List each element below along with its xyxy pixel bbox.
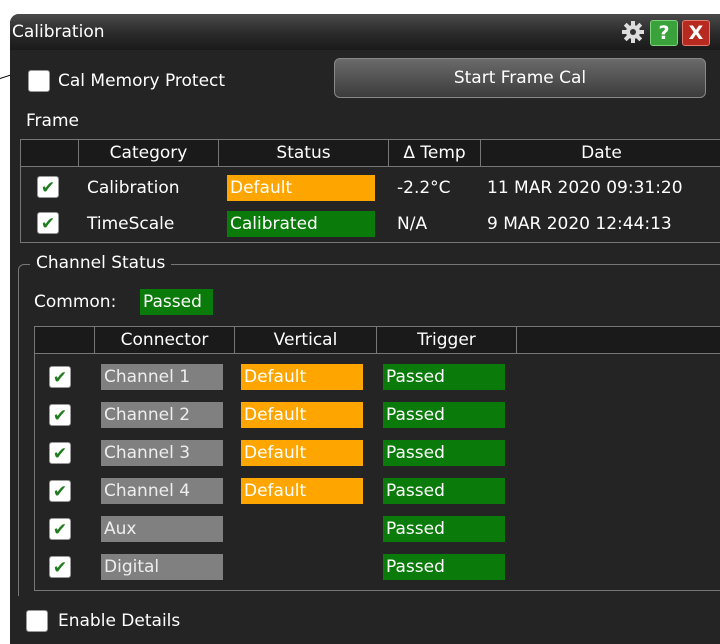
frame-row-timescale-checkbox[interactable]: ✔ xyxy=(37,212,59,234)
channel-row-checkbox[interactable]: ✔ xyxy=(49,366,71,388)
channel-status-label: Channel Status xyxy=(30,253,172,273)
frame-row-date: 11 MAR 2020 09:31:20 xyxy=(487,178,683,198)
frame-label: Frame xyxy=(26,111,79,131)
start-frame-cal-button[interactable]: Start Frame Cal xyxy=(334,58,706,98)
channel-header-vertical[interactable]: Vertical xyxy=(235,327,377,354)
bottom-bar: Enable Details xyxy=(10,596,720,644)
frame-row-delta-temp: -2.2°C xyxy=(397,178,451,198)
common-status-badge: Passed xyxy=(140,289,213,315)
channel-row-checkbox[interactable]: ✔ xyxy=(49,404,71,426)
trigger-status-badge: Passed xyxy=(383,516,505,542)
connector-label: Channel 3 xyxy=(101,440,223,466)
channel-row-checkbox[interactable]: ✔ xyxy=(49,518,71,540)
vertical-status-badge: Default xyxy=(241,440,363,466)
cal-memory-protect-checkbox[interactable] xyxy=(28,70,50,92)
connector-label: Channel 2 xyxy=(101,402,223,428)
frame-row-category: Calibration xyxy=(87,178,180,198)
trigger-status-badge: Passed xyxy=(383,554,505,580)
status-badge: Calibrated xyxy=(227,211,375,237)
channel-header-connector[interactable]: Connector xyxy=(95,327,235,354)
connector-label: Aux xyxy=(101,516,223,542)
frame-table: Category Status Δ Temp Date ✔ Calibratio… xyxy=(20,139,720,243)
channel-header-trigger[interactable]: Trigger xyxy=(377,327,517,354)
enable-details-label: Enable Details xyxy=(58,611,181,631)
gear-icon[interactable] xyxy=(620,20,646,44)
frame-header-status[interactable]: Status xyxy=(219,140,389,167)
frame-header-delta-temp[interactable]: Δ Temp xyxy=(389,140,481,167)
frame-row-category: TimeScale xyxy=(87,214,175,234)
trigger-status-badge: Passed xyxy=(383,440,505,466)
channel-row-checkbox[interactable]: ✔ xyxy=(49,556,71,578)
enable-details-checkbox[interactable] xyxy=(26,610,48,632)
connector-label: Channel 4 xyxy=(101,478,223,504)
trigger-status-badge: Passed xyxy=(383,478,505,504)
frame-header-check xyxy=(21,140,79,167)
window-title: Calibration xyxy=(12,22,105,42)
title-bar[interactable]: Calibration ? X xyxy=(10,14,720,50)
connector-label: Digital xyxy=(101,554,223,580)
common-label: Common: xyxy=(34,292,117,312)
trigger-status-badge: Passed xyxy=(383,364,505,390)
close-icon[interactable]: X xyxy=(682,20,710,46)
connector-label: Channel 1 xyxy=(101,364,223,390)
channel-table: Connector Vertical Trigger ✔ Channel 1 D… xyxy=(34,326,720,591)
frame-row-calibration-checkbox[interactable]: ✔ xyxy=(37,176,59,198)
vertical-status-badge: Default xyxy=(241,402,363,428)
vertical-status-badge: Default xyxy=(241,478,363,504)
calibration-window: Calibration ? X Cal Memory Protect Start… xyxy=(10,14,720,644)
status-badge: Default xyxy=(227,175,375,201)
channel-header-empty xyxy=(517,327,720,354)
channel-row-checkbox[interactable]: ✔ xyxy=(49,442,71,464)
help-icon[interactable]: ? xyxy=(650,20,678,46)
cal-memory-protect-label: Cal Memory Protect xyxy=(58,71,226,91)
vertical-status-badge: Default xyxy=(241,364,363,390)
frame-row-date: 9 MAR 2020 12:44:13 xyxy=(487,214,672,234)
channel-row-checkbox[interactable]: ✔ xyxy=(49,480,71,502)
channel-header-check xyxy=(35,327,95,354)
trigger-status-badge: Passed xyxy=(383,402,505,428)
frame-header-date[interactable]: Date xyxy=(481,140,720,167)
frame-header-category[interactable]: Category xyxy=(79,140,219,167)
frame-row-delta-temp: N/A xyxy=(397,214,428,234)
